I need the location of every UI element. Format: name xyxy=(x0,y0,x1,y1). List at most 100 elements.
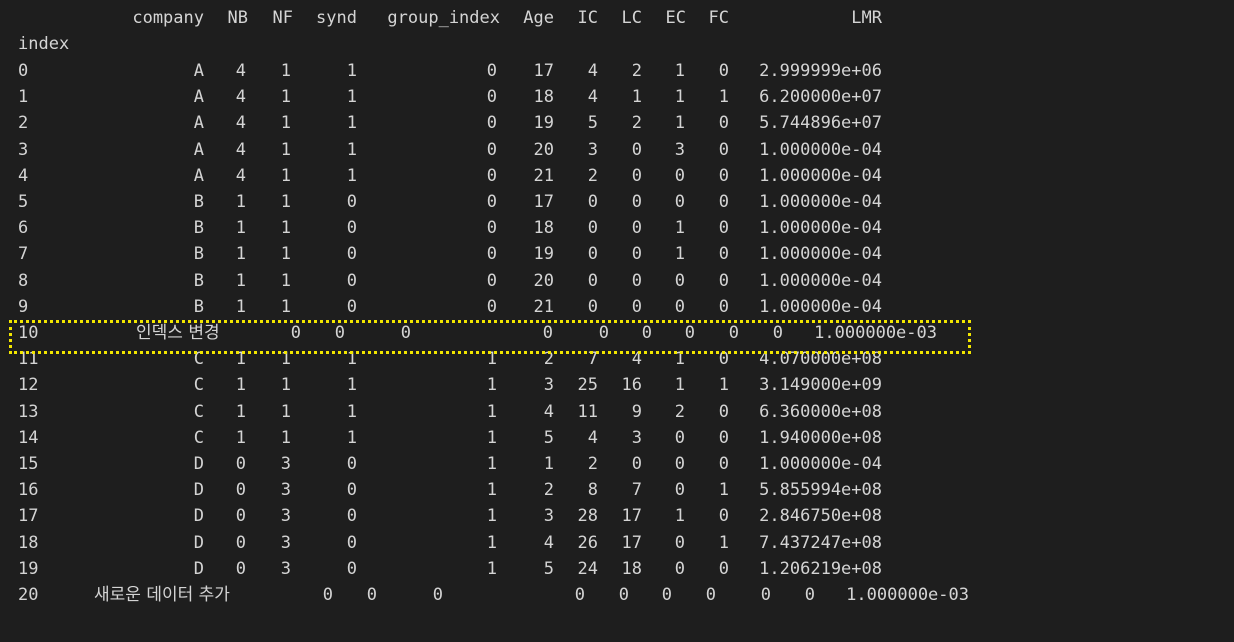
row-group-index: 0 xyxy=(486,296,497,317)
row-nf: 1 xyxy=(280,375,291,396)
row-lmr: 6.200000e+07 xyxy=(759,87,882,108)
row-age: 0 xyxy=(574,585,585,605)
row-age: 17 xyxy=(533,192,554,212)
row-age: 20 xyxy=(533,270,554,291)
row-age: 5 xyxy=(543,558,554,579)
table-row: 19 D 0 3 0 1 5 24 18 0 0 1.206219e+08 xyxy=(0,556,1234,582)
row-lc: 2 xyxy=(631,61,642,81)
row-company: C xyxy=(193,427,204,448)
highlight-box xyxy=(9,320,971,354)
row-nb: 1 xyxy=(235,270,246,291)
column-header-company: company xyxy=(132,8,204,28)
row-nf: 1 xyxy=(280,61,291,81)
row-lmr: 1.000000e-03 xyxy=(846,585,969,605)
row-lc: 0 xyxy=(631,270,642,291)
row-lmr: 2.846750e+08 xyxy=(759,506,882,527)
row-ec: 1 xyxy=(674,87,685,108)
row-group-index: 1 xyxy=(486,558,497,579)
row-nb: 0 xyxy=(235,532,246,553)
row-lc: 0 xyxy=(631,165,642,186)
row-nf: 1 xyxy=(280,401,291,422)
row-lc: 0 xyxy=(631,454,642,474)
row-ic: 8 xyxy=(587,480,598,501)
row-ic: 2 xyxy=(587,165,598,186)
row-lc: 0 xyxy=(661,585,672,605)
row-lmr: 1.000000e-04 xyxy=(759,454,882,474)
row-group-index: 0 xyxy=(486,139,497,160)
row-ec: 0 xyxy=(674,454,685,474)
table-row: 6 B 1 1 0 0 18 0 0 1 0 1.000000e-04 xyxy=(0,215,1234,241)
row-ec: 0 xyxy=(674,296,685,317)
row-nb: 0 xyxy=(235,558,246,579)
index-label-row: index xyxy=(0,31,1234,57)
row-index: 3 xyxy=(18,139,29,160)
row-lmr: 1.000000e-04 xyxy=(759,165,882,186)
row-lc: 1 xyxy=(631,87,642,108)
row-group-index: 0 xyxy=(486,113,497,134)
row-nf: 1 xyxy=(280,270,291,291)
row-index: 7 xyxy=(18,244,29,265)
row-company: C xyxy=(193,401,204,422)
row-nf: 3 xyxy=(280,558,291,579)
row-group-index: 1 xyxy=(486,480,497,501)
row-fc: 0 xyxy=(718,506,729,527)
row-company: D xyxy=(193,558,204,579)
column-header-row: company NB NF synd group_index Age IC LC EC FC LMR xyxy=(0,5,1234,31)
row-nb: 1 xyxy=(235,192,246,212)
row-age: 19 xyxy=(533,244,554,265)
row-fc: 1 xyxy=(718,87,729,108)
row-nf: 0 xyxy=(366,585,377,605)
row-lc: 2 xyxy=(631,113,642,134)
row-ec: 0 xyxy=(674,558,685,579)
row-age: 20 xyxy=(533,139,554,160)
row-fc: 0 xyxy=(718,139,729,160)
row-nb: 4 xyxy=(235,139,246,160)
row-lmr: 7.437247e+08 xyxy=(759,532,882,553)
row-company: A xyxy=(193,139,204,160)
row-lmr: 1.000000e-04 xyxy=(759,218,882,239)
row-age: 18 xyxy=(533,87,554,108)
row-synd: 1 xyxy=(346,61,357,81)
row-fc: 0 xyxy=(718,165,729,186)
row-company: B xyxy=(193,192,204,212)
row-fc: 0 xyxy=(718,218,729,239)
row-index: 9 xyxy=(18,296,29,317)
row-ic: 26 xyxy=(577,532,598,553)
row-ic: 0 xyxy=(587,218,598,239)
row-lmr: 5.744896e+07 xyxy=(759,113,882,134)
table-row: 13 C 1 1 1 1 4 11 9 2 0 6.360000e+08 xyxy=(0,399,1234,425)
row-index: 20 xyxy=(18,585,39,605)
row-ec: 0 xyxy=(674,270,685,291)
row-synd: 0 xyxy=(346,270,357,291)
row-group-index: 1 xyxy=(486,506,497,527)
row-ec: 1 xyxy=(674,61,685,81)
row-nf: 1 xyxy=(280,244,291,265)
row-fc: 0 xyxy=(760,585,771,605)
table-row: 7 B 1 1 0 0 19 0 0 1 0 1.000000e-04 xyxy=(0,241,1234,267)
row-fc: 0 xyxy=(718,244,729,265)
row-fc: 0 xyxy=(718,192,729,212)
row-synd: 0 xyxy=(346,532,357,553)
row-nf: 3 xyxy=(280,506,291,527)
row-group-index: 0 xyxy=(486,244,497,265)
row-ec: 0 xyxy=(705,585,716,605)
table-row: 17 D 0 3 0 1 3 28 17 1 0 2.846750e+08 xyxy=(0,503,1234,529)
row-nb: 1 xyxy=(235,218,246,239)
table-row: 12 C 1 1 1 1 3 25 16 1 1 3.149000e+09 xyxy=(0,372,1234,398)
row-lmr: 1.000000e-04 xyxy=(759,192,882,212)
row-ic: 4 xyxy=(587,87,598,108)
row-index: 12 xyxy=(18,375,39,396)
row-ec: 0 xyxy=(674,532,685,553)
row-company: A xyxy=(193,165,204,186)
row-nb: 4 xyxy=(235,165,246,186)
table-row: 2 A 4 1 1 0 19 5 2 1 0 5.744896e+07 xyxy=(0,110,1234,136)
row-company: A xyxy=(193,113,204,134)
row-ic: 0 xyxy=(587,192,598,212)
row-ic: 24 xyxy=(577,558,598,579)
row-lc: 3 xyxy=(631,427,642,448)
row-index: 15 xyxy=(18,454,39,474)
row-ic: 4 xyxy=(587,427,598,448)
column-header-fc: FC xyxy=(708,8,729,28)
row-nf: 1 xyxy=(280,296,291,317)
row-fc: 1 xyxy=(718,532,729,553)
